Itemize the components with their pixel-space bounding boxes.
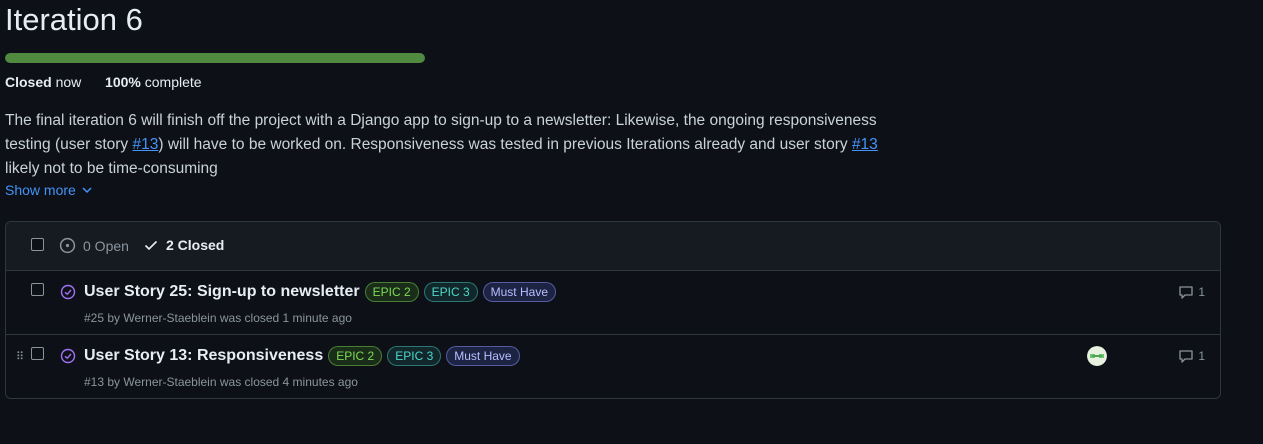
issue-open-icon [59,237,76,254]
comment-count[interactable]: 1 [1178,284,1205,300]
label-epic-3[interactable]: EPIC 3 [387,346,442,366]
description-text: ) will have to be worked on. Responsiven… [158,136,852,153]
progress-bar-fill [5,53,425,63]
filter-open[interactable]: 0 Open [59,237,129,254]
issue-link-13[interactable]: #13 [133,136,159,153]
label-epic-3[interactable]: EPIC 3 [423,282,478,302]
comment-icon [1179,350,1193,363]
grabber-icon[interactable]: ⠿ [16,350,24,363]
status-time: now [55,74,82,90]
select-all-checkbox[interactable] [31,238,44,251]
percent-value: 100% [105,74,141,90]
issue-meta: #13 by Werner-Staeblein was closed 4 min… [84,375,358,389]
description-line-2: testing (user story #13) will have to be… [5,133,925,157]
label-epic-2[interactable]: EPIC 2 [328,346,383,366]
issue-title-row: User Story 25: Sign-up to newsletter EPI… [84,282,556,302]
issue-title-row: User Story 13: Responsiveness EPIC 2 EPI… [84,346,520,366]
description-line-3: likely not to be time-consuming [5,160,218,177]
issue-title[interactable]: User Story 13: Responsiveness [84,347,323,365]
filter-closed[interactable]: 2 Closed [143,237,224,253]
avatar[interactable] [1087,346,1107,366]
comment-count[interactable]: 1 [1178,348,1205,364]
avatar-image [1087,346,1107,366]
show-more-button[interactable]: Show more [5,182,92,198]
issue-row[interactable]: User Story 25: Sign-up to newsletter EPI… [6,271,1220,335]
chevron-down-icon [82,187,92,194]
page-title: Iteration 6 [5,2,143,37]
milestone-description: The final iteration 6 will finish off th… [5,109,925,181]
comment-count-value: 1 [1198,349,1205,363]
description-text: testing (user story [5,136,133,153]
issue-link-13[interactable]: #13 [852,136,878,153]
issue-checkbox[interactable] [31,347,44,360]
issue-list-header: 0 Open 2 Closed [6,222,1220,271]
issue-closed-icon [60,284,76,300]
issue-closed-icon [60,348,76,364]
issue-row[interactable]: ⠿ User Story 13: Responsiveness EPIC 2 E… [6,335,1220,398]
milestone-meta: Closed now 100% complete [5,74,202,90]
status-text: Closed [5,74,52,90]
milestone-page: Iteration 6 Closed now 100% complete The… [0,0,1263,444]
comment-icon [1179,286,1193,299]
label-epic-2[interactable]: EPIC 2 [364,282,419,302]
filter-closed-label: 2 Closed [166,237,225,253]
description-line-1: The final iteration 6 will finish off th… [5,112,877,129]
label-must-have[interactable]: Must Have [446,346,520,366]
issue-list: 0 Open 2 Closed User Story 25: Sign-up t… [5,221,1221,399]
issue-meta: #25 by Werner-Staeblein was closed 1 min… [84,311,352,325]
show-more-label: Show more [5,182,76,198]
progress-bar [5,53,425,63]
comment-count-value: 1 [1198,285,1205,299]
percent-suffix: complete [144,74,202,90]
filter-open-label: 0 Open [83,237,129,254]
issue-title[interactable]: User Story 25: Sign-up to newsletter [84,283,360,301]
check-icon [144,240,158,251]
issue-checkbox[interactable] [31,283,44,296]
label-must-have[interactable]: Must Have [482,282,556,302]
